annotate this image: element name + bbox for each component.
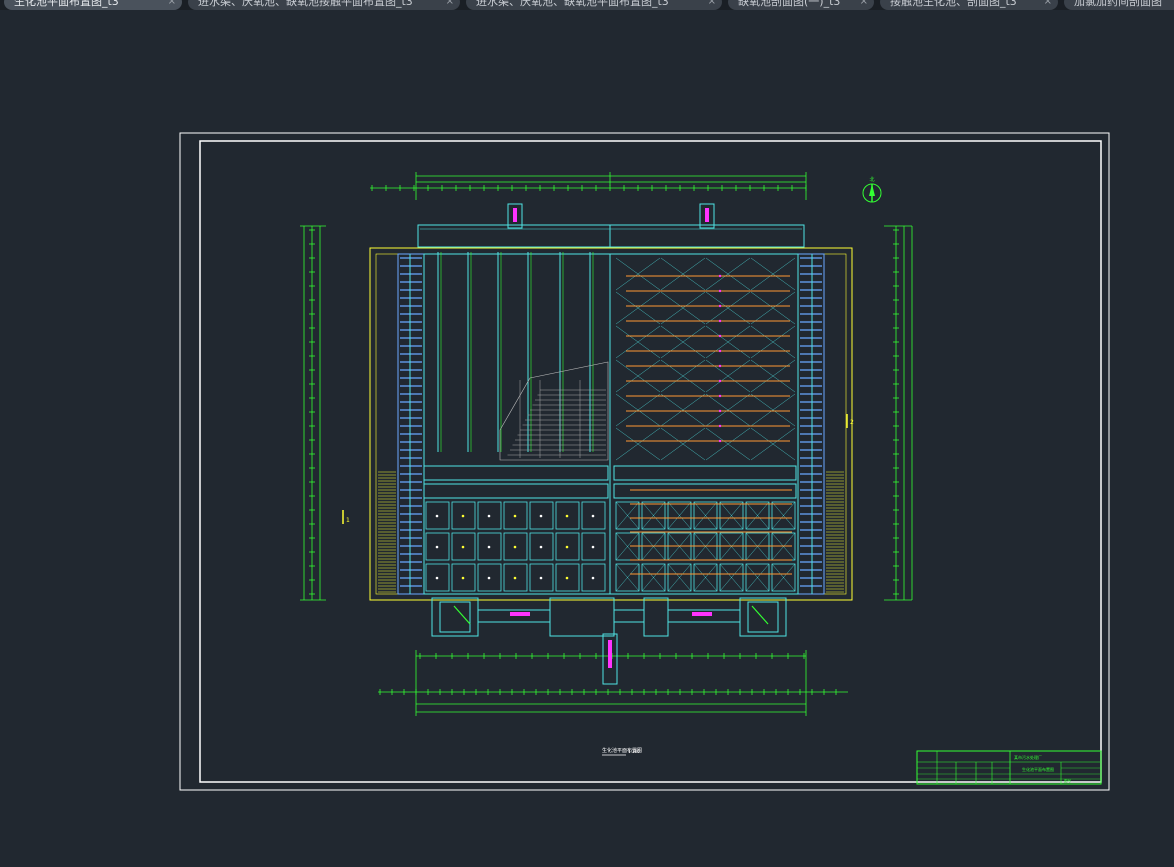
cell-node: [487, 514, 491, 518]
pipe-node: [718, 364, 722, 368]
baffles: [437, 252, 594, 452]
title-block-sheet: 图号: [1064, 778, 1072, 783]
lower-left-cells: [425, 501, 606, 592]
pipe-node: [718, 379, 722, 383]
tab-label: 进水渠、厌氧池、缺氧池接触平面布置图_t3: [198, 0, 413, 8]
cell-node: [591, 545, 595, 549]
pipe-node: [718, 304, 722, 308]
valve-marker: [705, 208, 709, 222]
close-icon[interactable]: ×: [860, 0, 868, 10]
tab-anoxic-section[interactable]: 缺氧池剖面图(一)_t3 ×: [728, 0, 874, 10]
inlet-channel: [417, 224, 805, 248]
stair-block: [499, 361, 609, 461]
lower-right-cells: [615, 489, 796, 592]
title-block: 某市污水处理厂 生化池平面布置图 图号: [916, 750, 1102, 785]
cell-node: [565, 514, 569, 518]
tab-label: 加氯加药间剖面图: [1074, 0, 1162, 8]
tab-label: 生化池平面布置图_t3: [14, 0, 119, 8]
right-dimension-lines: [884, 225, 913, 601]
svg-text:1: 1: [346, 517, 350, 524]
cell-node: [539, 576, 543, 580]
cell-node: [513, 576, 517, 580]
outer-wall-inner: [375, 253, 847, 595]
svg-text:2: 2: [850, 419, 854, 426]
pipe-node: [718, 319, 722, 323]
pipe-label: [692, 612, 712, 616]
north-label: 北: [869, 176, 874, 183]
pipe-node: [718, 409, 722, 413]
pipe-node: [718, 334, 722, 338]
cell-node: [435, 576, 439, 580]
north-arrow-icon: 北: [862, 176, 882, 203]
cell-node: [513, 545, 517, 549]
pipe-node: [718, 289, 722, 293]
pipe-node: [718, 274, 722, 278]
cell-node: [435, 514, 439, 518]
tab-label: 进水渠、厌氧池、缺氧池平面布置图_t3: [476, 0, 669, 8]
tab-dosing-section[interactable]: 加氯加药间剖面图: [1064, 0, 1174, 10]
cell-node: [591, 576, 595, 580]
valve-marker: [513, 208, 517, 222]
top-dimension-lines: [370, 172, 807, 200]
stair-outline: [499, 361, 609, 461]
diffuser-grid: [615, 257, 796, 461]
close-icon[interactable]: ×: [1044, 0, 1052, 10]
pipe-label: [510, 612, 530, 616]
cell-node: [539, 545, 543, 549]
section-marker-left: 1: [342, 510, 350, 524]
stair-hatch-left: [378, 471, 396, 593]
cell-node: [487, 576, 491, 580]
cell-node: [539, 514, 543, 518]
drawing-canvas[interactable]: 北 1 2 生化池平面布置图 1:100 某市污水处理厂 生化池平面布置图 图号: [0, 10, 1174, 867]
cell-node: [487, 545, 491, 549]
outer-wall: [369, 247, 853, 601]
left-dimension-lines: [300, 225, 326, 601]
cell-node: [461, 576, 465, 580]
tab-inlet-anaerobic[interactable]: 进水渠、厌氧池、缺氧池平面布置图_t3 ×: [466, 0, 722, 10]
outlet-pipe-label: [608, 640, 612, 668]
pipe-node: [718, 424, 722, 428]
pipe-node: [718, 394, 722, 398]
tab-label: 接触池生化池、剖面图_t3: [890, 0, 1017, 8]
mid-channel-right-2: [613, 483, 797, 499]
tab-contact-section[interactable]: 接触池生化池、剖面图_t3 ×: [880, 0, 1058, 10]
cell-node: [513, 514, 517, 518]
plan-scale: 1:100: [628, 749, 640, 754]
pipe-node: [718, 349, 722, 353]
mid-channel-left-2: [423, 483, 609, 499]
stair-hatch-right: [826, 471, 844, 593]
sheet-inner-border: [199, 140, 1102, 783]
tab-biochem-plan[interactable]: 生化池平面布置图_t3 ×: [4, 0, 182, 10]
cell-node: [461, 545, 465, 549]
close-icon[interactable]: ×: [168, 0, 176, 10]
right-pipe-gallery: [797, 253, 825, 595]
cell-node: [435, 545, 439, 549]
cell-node: [591, 514, 595, 518]
title-block-project: 生化池平面布置图: [1022, 766, 1054, 772]
document-tab-bar: 生化池平面布置图_t3 × 进水渠、厌氧池、缺氧池接触平面布置图_t3 × 进水…: [0, 0, 1174, 10]
tab-inlet-anaerobic-contact[interactable]: 进水渠、厌氧池、缺氧池接触平面布置图_t3 ×: [188, 0, 460, 10]
main-tank: [423, 253, 799, 595]
cell-node: [565, 545, 569, 549]
bottom-dimension-lines: [378, 650, 848, 716]
cell-node: [565, 576, 569, 580]
close-icon[interactable]: ×: [446, 0, 454, 10]
mid-channel-right-1: [613, 465, 797, 481]
section-marker-right: 2: [846, 414, 854, 428]
mid-channel-left-1: [423, 465, 609, 481]
tab-label: 缺氧池剖面图(一)_t3: [738, 0, 841, 8]
pipe-node: [718, 439, 722, 443]
cell-node: [461, 514, 465, 518]
left-pipe-gallery: [397, 253, 425, 595]
close-icon[interactable]: ×: [708, 0, 716, 10]
sheet-outer-border: [179, 132, 1110, 791]
title-block-company: 某市污水处理厂: [1014, 754, 1042, 760]
gallery-rungs: [400, 254, 822, 594]
